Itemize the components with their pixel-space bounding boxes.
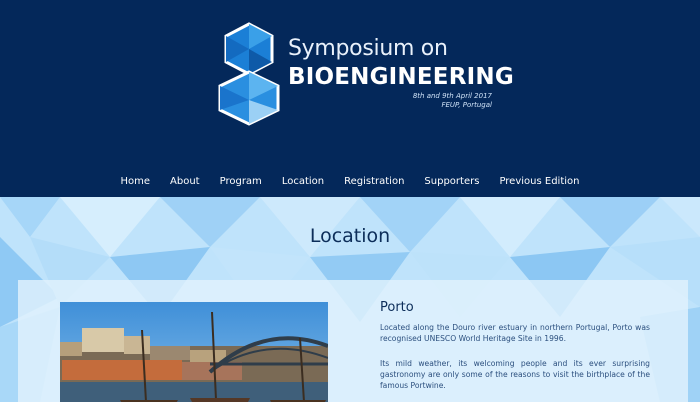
logo-title-line2: BIOENGINEERING xyxy=(288,64,514,90)
logo-title-line1: Symposium on xyxy=(288,36,448,61)
page-title: Location xyxy=(309,225,391,247)
nav-item-previous-edition[interactable]: Previous Edition xyxy=(499,174,579,190)
nav-item-location[interactable]: Location xyxy=(282,174,324,190)
porto-photo xyxy=(60,302,328,402)
location-paragraph-2: Its mild weather, its welcoming people a… xyxy=(380,359,650,390)
symposium-logo-icon[interactable] xyxy=(216,22,282,126)
nav-item-program[interactable]: Program xyxy=(220,174,262,190)
section-title: Porto xyxy=(380,300,414,315)
location-section: Location Porto Located along the Douro r… xyxy=(0,197,700,402)
nav-item-home[interactable]: Home xyxy=(121,174,151,190)
site-header: Symposium on BIOENGINEERING 8th and 9th … xyxy=(0,0,700,197)
event-date-place: 8th and 9th April 2017 FEUP, Portugal xyxy=(413,92,492,110)
main-nav: Home About Program Location Registration… xyxy=(0,174,700,190)
nav-item-registration[interactable]: Registration xyxy=(344,174,404,190)
event-place: FEUP, Portugal xyxy=(441,101,492,109)
location-panel: Porto Located along the Douro river estu… xyxy=(18,280,688,402)
nav-item-about[interactable]: About xyxy=(170,174,200,190)
nav-item-supporters[interactable]: Supporters xyxy=(424,174,479,190)
location-paragraph-1: Located along the Douro river estuary in… xyxy=(380,323,650,343)
event-date: 8th and 9th April 2017 xyxy=(412,92,492,100)
